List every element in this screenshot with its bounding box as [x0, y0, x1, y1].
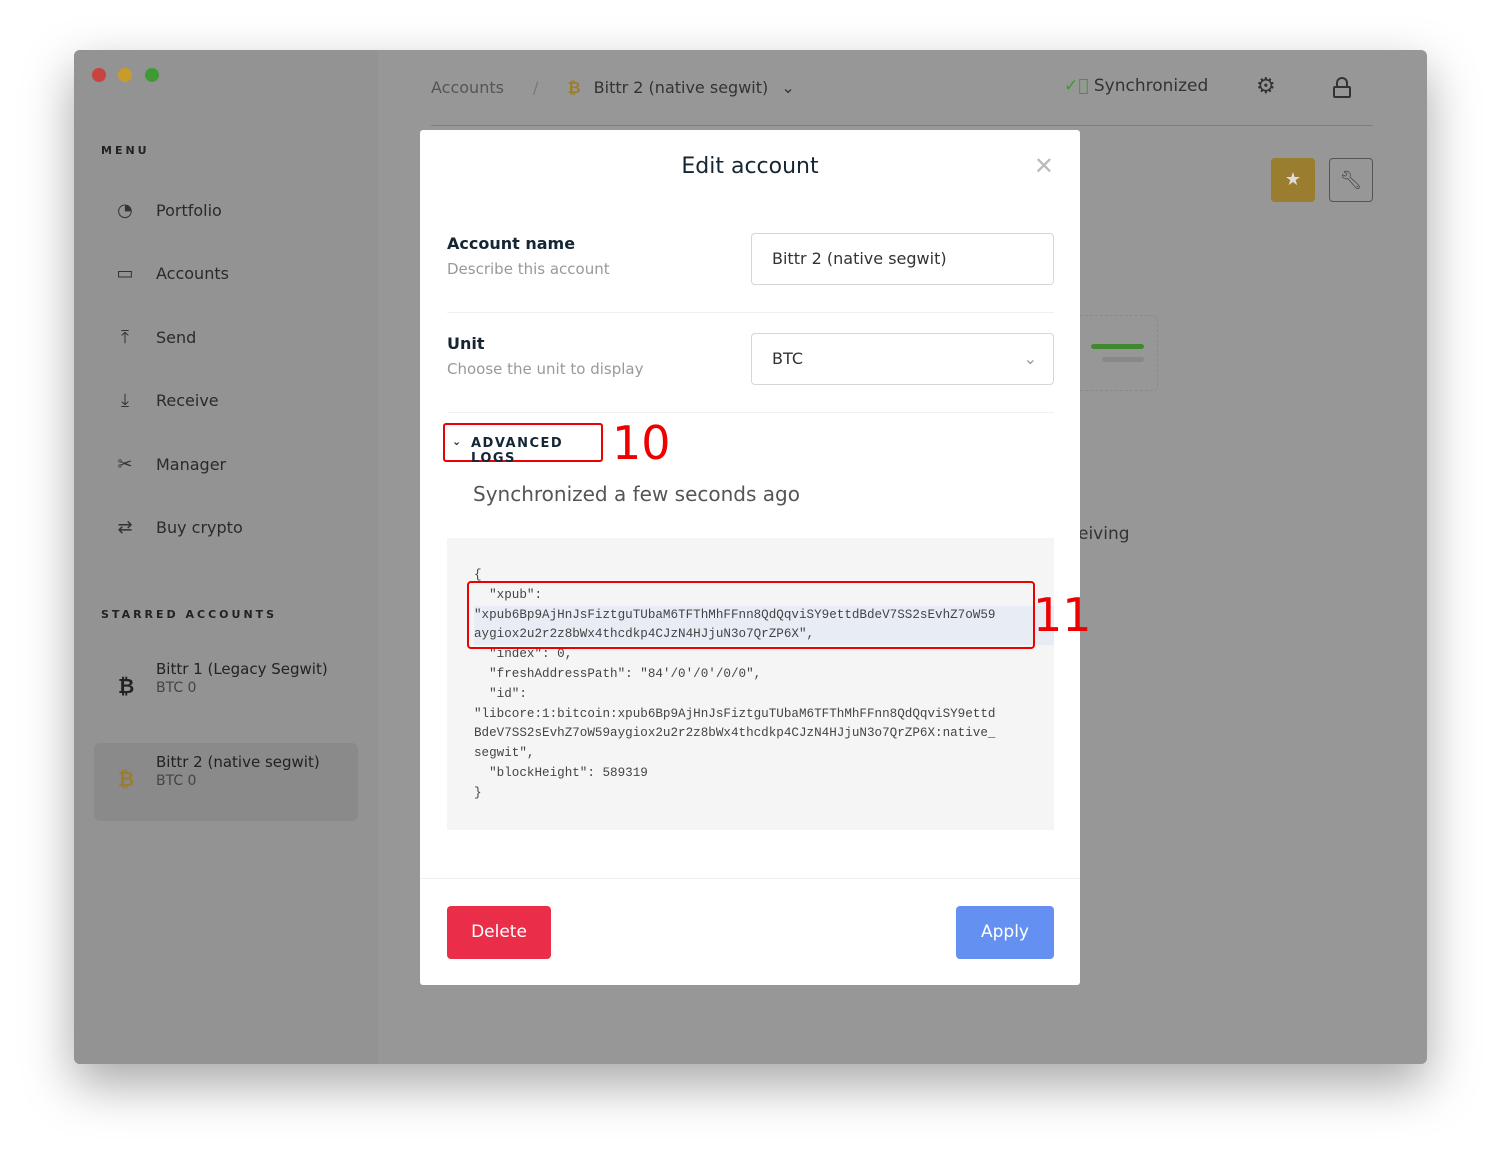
log-line: "blockHeight": 589319 [474, 765, 648, 780]
menu-title: MENU [101, 144, 150, 157]
sidebar-item-manager[interactable]: ✂ Manager [114, 454, 226, 475]
close-window-button[interactable] [92, 68, 106, 82]
log-line: segwit", [474, 746, 535, 761]
label: Send [156, 328, 197, 347]
label: Buy crypto [156, 518, 243, 537]
sidebar-item-receive[interactable]: ⤓ Receive [114, 390, 219, 411]
pie-chart-icon: ◔ [117, 200, 133, 221]
delete-button[interactable]: Delete [447, 906, 551, 959]
unit-value: BTC [772, 349, 803, 368]
divider [447, 312, 1054, 313]
star-icon: ★ [1284, 169, 1302, 190]
exchange-icon: ⇄ [117, 517, 133, 538]
unit-select[interactable]: BTC ⌄ [751, 333, 1054, 385]
annotation-box-11 [467, 581, 1035, 649]
upload-icon: ⤒ [121, 327, 129, 348]
download-icon: ⤓ [121, 390, 129, 411]
breadcrumb: Accounts / ₿ Bittr 2 (native segwit) ⌄ [431, 78, 795, 98]
log-line: "freshAddressPath": "84'/0'/0'/0/0", [474, 666, 762, 681]
wrench-icon: 🔧︎ [1339, 170, 1363, 191]
log-line: BdeV7SS2sEvhZ7oW59aygiox2u2r2z8bWx4thcdk… [474, 726, 996, 741]
starred-account-active[interactable]: ₿ Bittr 2 (native segwit) BTC 0 [94, 743, 358, 821]
annotation-10: 10 [612, 416, 671, 470]
label: Accounts [156, 264, 229, 283]
modal-title: Edit account [681, 154, 819, 179]
settings-wrench-button[interactable]: 🔧︎ [1329, 158, 1373, 202]
log-line: "libcore:1:bitcoin:xpub6Bp9AjHnJsFiztguT… [474, 706, 996, 721]
starred-account[interactable]: ₿ Bittr 1 (Legacy Segwit) BTC 0 [94, 650, 358, 728]
apply-button[interactable]: Apply [956, 906, 1054, 959]
zoom-window-button[interactable] [145, 68, 159, 82]
sync-label: Synchronized [1093, 76, 1209, 96]
account-name-desc: Describe this account [447, 260, 610, 278]
breadcrumb-separator: / [533, 78, 539, 97]
background-text: eiving [1078, 524, 1130, 544]
sidebar-item-send[interactable]: ⤒ Send [114, 327, 196, 348]
advanced-logs-toggle[interactable]: ⌄ ADVANCED LOGS [443, 423, 603, 466]
label: Manager [156, 455, 227, 474]
sidebar-item-buy-crypto[interactable]: ⇄ Buy crypto [114, 517, 243, 538]
placeholder-card [1074, 315, 1158, 391]
lock-icon[interactable] [1333, 77, 1351, 98]
bitcoin-icon: ₿ [118, 674, 135, 698]
gear-icon[interactable]: ⚙ [1256, 74, 1276, 99]
label: Receive [156, 391, 219, 410]
starred-title: STARRED ACCOUNTS [101, 608, 278, 621]
wallet-icon: ▭ [116, 263, 134, 284]
unit-label: Unit [447, 334, 485, 353]
chevron-down-icon[interactable]: ⌄ [781, 78, 794, 97]
close-icon[interactable]: ✕ [1034, 152, 1054, 180]
divider [447, 412, 1054, 413]
divider [420, 878, 1080, 879]
chevron-down-icon: ⌄ [1023, 349, 1037, 368]
sidebar: MENU ◔ Portfolio ▭ Accounts ⤒ Send ⤓ Receive… [74, 50, 378, 1064]
account-name: Bittr 2 (native segwit) [156, 753, 320, 771]
sidebar-item-portfolio[interactable]: ◔ Portfolio [114, 200, 222, 221]
edit-account-modal: Edit account ✕ Account name Describe thi… [420, 130, 1092, 985]
star-button[interactable]: ★ [1271, 158, 1315, 202]
account-name: Bittr 1 (Legacy Segwit) [156, 660, 328, 678]
minimize-window-button[interactable] [118, 68, 132, 82]
breadcrumb-accounts[interactable]: Accounts [431, 78, 504, 97]
account-balance: BTC 0 [156, 773, 197, 789]
bitcoin-icon: ₿ [118, 767, 135, 791]
sync-status: ✓⃝ Synchronized [1064, 76, 1208, 96]
account-name-input[interactable]: Bittr 2 (native segwit) [751, 233, 1054, 285]
sidebar-item-accounts[interactable]: ▭ Accounts [114, 263, 229, 284]
chevron-down-icon: ⌄ [452, 435, 463, 448]
sync-time-text: Synchronized a few seconds ago [473, 482, 800, 506]
account-balance: BTC 0 [156, 680, 197, 696]
check-circle-icon: ✓⃝ [1064, 76, 1089, 96]
advanced-logs-label: ADVANCED LOGS [471, 436, 564, 466]
breadcrumb-current-account[interactable]: Bittr 2 (native segwit) [594, 78, 769, 97]
tools-icon: ✂ [117, 454, 133, 475]
bitcoin-icon: ₿ [567, 78, 581, 97]
annotation-11: 11 [1033, 588, 1092, 642]
label: Portfolio [156, 201, 222, 220]
account-name-label: Account name [447, 234, 576, 253]
unit-desc: Choose the unit to display [447, 360, 644, 378]
log-line: "id": [474, 686, 527, 701]
header-divider [431, 125, 1373, 126]
log-line: } [474, 785, 482, 800]
